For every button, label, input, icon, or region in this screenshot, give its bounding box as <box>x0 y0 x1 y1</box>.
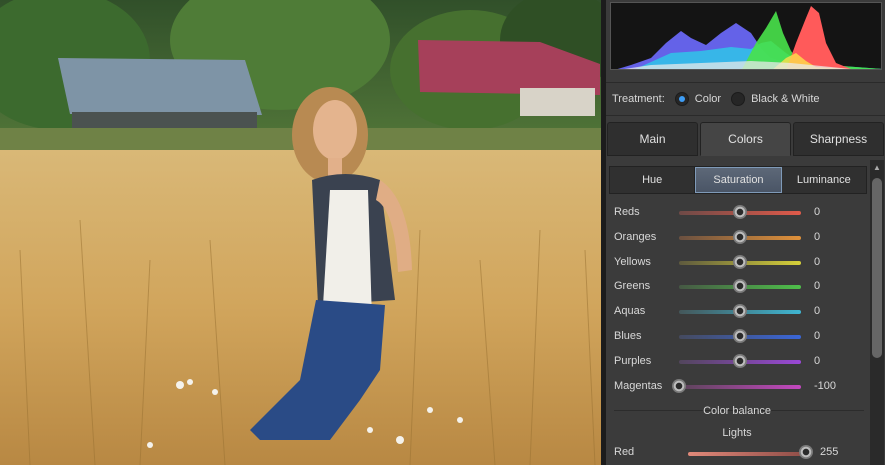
subtab-luminance[interactable]: Luminance <box>781 167 866 193</box>
saturation-sliders: Reds 0 Oranges 0 Yellows 0 Greens 0 Aquas 0 Blues 0… <box>606 200 868 398</box>
slider-label: Red <box>614 446 635 458</box>
histogram <box>610 2 882 70</box>
color-subtabs: Hue Saturation Luminance <box>609 166 867 194</box>
slider-value: 0 <box>814 329 821 342</box>
slider-value: 0 <box>814 280 821 293</box>
slider-row-yellows: Yellows 0 <box>606 250 868 275</box>
slider-label: Oranges <box>614 230 657 243</box>
slider-label: Magentas <box>614 379 663 392</box>
slider-row-aquas: Aquas 0 <box>606 299 868 324</box>
slider-knob-greens[interactable] <box>733 279 747 294</box>
slider-value: -100 <box>814 379 837 392</box>
slider-label: Yellows <box>614 255 651 268</box>
slider-label: Purples <box>614 354 652 367</box>
slider-knob-oranges[interactable] <box>733 229 747 244</box>
slider-label: Blues <box>614 329 642 342</box>
radio-selected-icon <box>674 92 689 106</box>
tab-colors[interactable]: Colors <box>700 122 791 156</box>
slider-track-magentas[interactable] <box>679 384 801 389</box>
lights-label: Lights <box>722 427 752 439</box>
treatment-color-label: Color <box>694 93 722 105</box>
subtab-saturation[interactable]: Saturation <box>695 167 782 193</box>
main-tabs: Main Colors Sharpness <box>606 122 885 156</box>
slider-row-oranges: Oranges 0 <box>606 225 868 250</box>
slider-knob-reds[interactable] <box>733 205 747 219</box>
red-balance-track[interactable] <box>688 452 806 456</box>
slider-knob-aquas[interactable] <box>733 304 747 319</box>
slider-value: 0 <box>814 230 821 243</box>
scroll-thumb[interactable] <box>872 178 882 358</box>
field-photo <box>0 0 601 465</box>
slider-value: 0 <box>814 305 821 318</box>
slider-knob-magentas[interactable] <box>672 378 686 393</box>
scroll-up-arrow-icon[interactable]: ▲ <box>870 160 884 174</box>
photo-canvas[interactable] <box>0 0 601 465</box>
slider-knob-yellows[interactable] <box>733 254 747 269</box>
treatment-bw-label: Black & White <box>751 93 820 105</box>
treatment-bw-radio[interactable]: Black & White <box>731 92 820 106</box>
tab-sharpness[interactable]: Sharpness <box>793 122 884 156</box>
slider-value: 255 <box>820 446 839 458</box>
slider-knob-purples[interactable] <box>733 353 747 368</box>
slider-row-reds: Reds 0 <box>606 200 868 225</box>
treatment-bar: Treatment: Color Black & White <box>606 82 885 116</box>
slider-value: 0 <box>814 206 821 218</box>
radio-unselected-icon <box>731 92 746 106</box>
slider-value: 0 <box>814 354 821 367</box>
slider-knob-blues[interactable] <box>733 328 747 343</box>
slider-row-blues: Blues 0 <box>606 324 868 349</box>
treatment-color-radio[interactable]: Color <box>674 92 722 106</box>
histogram-graph <box>617 6 881 69</box>
adjustments-panel: Treatment: Color Black & White Main Colo… <box>606 0 885 465</box>
red-balance-row: Red 255 <box>606 440 868 465</box>
red-balance-knob[interactable] <box>799 445 813 459</box>
slider-row-magentas: Magentas -100 <box>606 374 868 399</box>
slider-value: 0 <box>814 255 821 268</box>
slider-row-greens: Greens 0 <box>606 274 868 299</box>
subtab-hue[interactable]: Hue <box>610 167 696 193</box>
slider-label: Greens <box>614 280 651 293</box>
treatment-label: Treatment: <box>612 93 665 105</box>
tab-main[interactable]: Main <box>607 122 698 156</box>
slider-label: Reds <box>614 206 640 218</box>
panel-scrollbar[interactable]: ▲ <box>870 160 884 465</box>
color-balance-title: Color balance <box>703 405 771 417</box>
slider-row-purples: Purples 0 <box>606 349 868 374</box>
slider-label: Aquas <box>614 305 646 318</box>
